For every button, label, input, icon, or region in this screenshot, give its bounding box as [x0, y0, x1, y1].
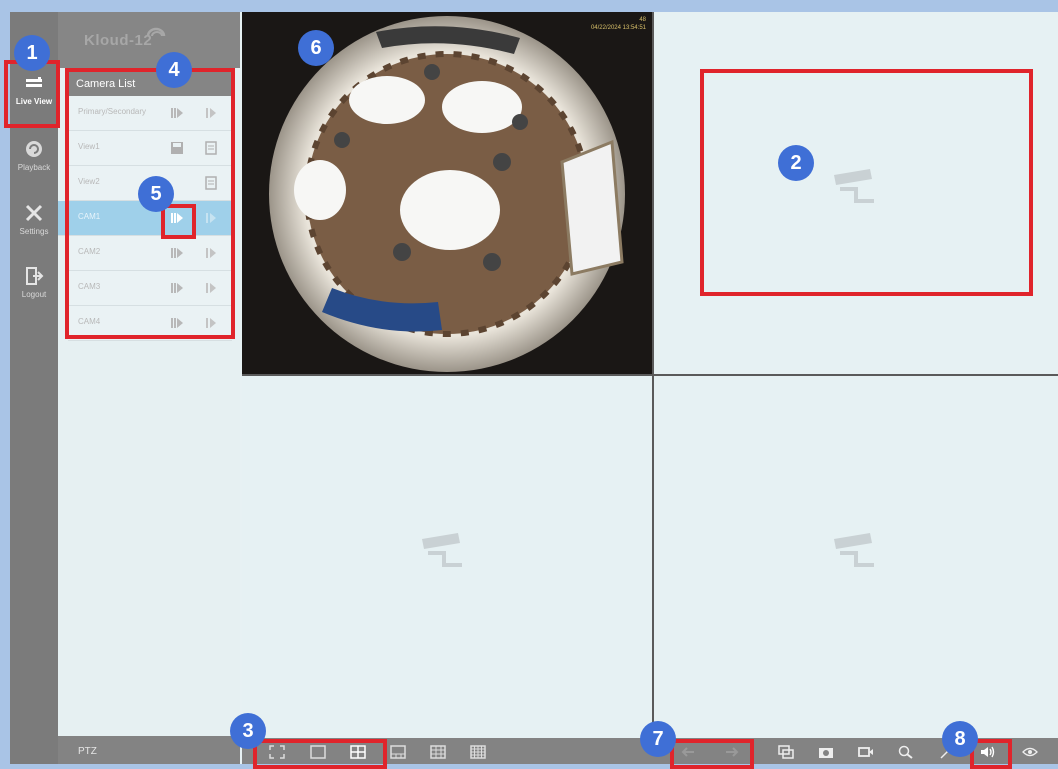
record-icon[interactable]	[858, 745, 874, 759]
logo-bar: Kloud-12	[58, 12, 240, 68]
camera-placeholder-icon	[834, 533, 874, 567]
nav-playback[interactable]: Playback	[10, 130, 58, 188]
annotation-box-7	[670, 739, 754, 769]
annotation-badge-5: 5	[138, 176, 174, 212]
multi-window-icon[interactable]	[778, 745, 794, 759]
layout-3x3-icon[interactable]	[430, 745, 446, 759]
fisheye-camera-image	[269, 16, 625, 372]
annotation-badge-2: 2	[778, 145, 814, 181]
osd-channel: 48	[639, 17, 646, 23]
logout-icon	[26, 267, 44, 285]
nav-settings-label: Settings	[19, 227, 49, 236]
settings-icon	[25, 204, 43, 222]
annotation-box-3	[253, 739, 387, 769]
annotation-badge-4: 4	[156, 52, 192, 88]
annotation-badge-6: 6	[298, 30, 334, 66]
annotation-badge-7: 7	[640, 721, 676, 757]
logo: Kloud-12	[84, 32, 153, 49]
layout-1plus-icon[interactable]	[390, 745, 406, 759]
nav-logout-label: Logout	[21, 290, 47, 299]
eye-icon[interactable]	[1022, 745, 1038, 759]
playback-icon	[26, 141, 42, 157]
osd-overlay: 48 04/22/2024 13:54:51	[591, 16, 646, 32]
osd-timestamp: 04/22/2024 13:54:51	[590, 25, 646, 31]
snapshot-icon[interactable]	[818, 745, 834, 759]
nav-settings[interactable]: Settings	[10, 194, 58, 252]
annotation-badge-8: 8	[942, 721, 978, 757]
logo-swirl-icon	[146, 27, 166, 37]
annotation-box-5	[161, 204, 196, 239]
video-tile-1[interactable]: 48 04/22/2024 13:54:51	[242, 12, 652, 374]
video-tile-3[interactable]	[242, 376, 652, 738]
zoom-icon[interactable]	[898, 745, 914, 759]
ptz-bar[interactable]: PTZ	[58, 736, 240, 764]
video-tile-4[interactable]	[654, 376, 1058, 738]
annotation-badge-3: 3	[230, 713, 266, 749]
nav-logout[interactable]: Logout	[10, 257, 58, 315]
annotation-box-2	[700, 69, 1033, 296]
camera-placeholder-icon	[422, 533, 462, 567]
annotation-badge-1: 1	[14, 35, 50, 71]
nav-playback-label: Playback	[17, 163, 51, 172]
layout-4x4-icon[interactable]	[470, 745, 486, 759]
ptz-label: PTZ	[78, 746, 97, 757]
